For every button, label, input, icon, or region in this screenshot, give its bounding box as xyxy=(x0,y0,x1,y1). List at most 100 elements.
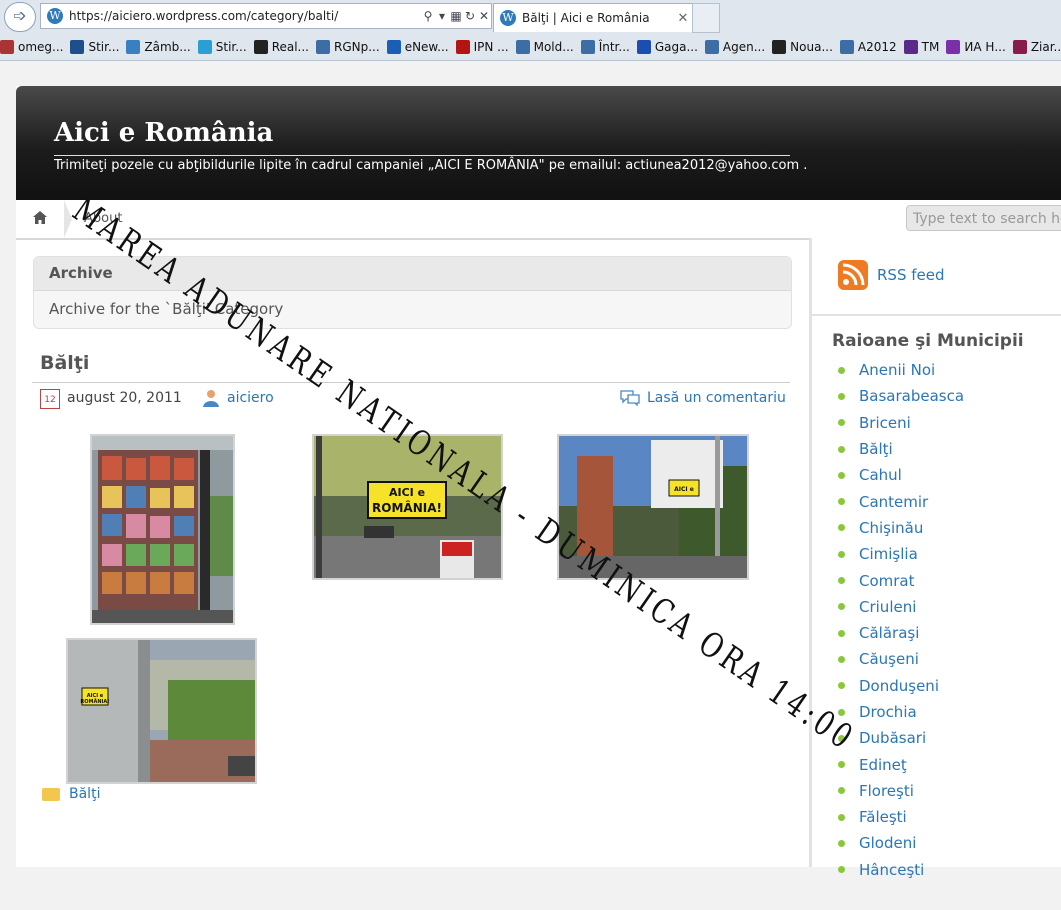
region-item[interactable]: Cimişlia xyxy=(838,541,964,567)
compatibility-icon[interactable]: ▦ xyxy=(449,9,463,23)
favorite-label: Real... xyxy=(271,39,309,54)
region-link[interactable]: Hânceşti xyxy=(859,861,924,879)
web-page: Aici e România Trimiteţi pozele cu abţib… xyxy=(16,86,1061,879)
region-link[interactable]: Bălţi xyxy=(859,440,893,458)
rss-feed[interactable]: RSS feed xyxy=(838,260,945,290)
leave-comment-link[interactable]: Lasă un comentariu xyxy=(647,390,786,406)
rss-feed-label[interactable]: RSS feed xyxy=(877,266,945,284)
search-input[interactable]: Type text to search here xyxy=(906,205,1061,231)
region-item[interactable]: Cahul xyxy=(838,462,964,488)
favorite-item[interactable]: Stir... xyxy=(197,39,247,54)
region-link[interactable]: Glodeni xyxy=(859,834,916,852)
favicon-icon xyxy=(316,39,330,54)
favorite-label: Noua... xyxy=(790,39,833,54)
region-link[interactable]: Drochia xyxy=(859,703,917,721)
region-link[interactable]: Basarabeasca xyxy=(859,387,964,405)
site-header: Aici e România Trimiteţi pozele cu abţib… xyxy=(16,86,1061,200)
region-link[interactable]: Chişinău xyxy=(859,519,923,537)
region-link[interactable]: Anenii Noi xyxy=(859,361,935,379)
photo-pillar-sticker[interactable]: AICI e ROMÂNIA! xyxy=(66,638,257,784)
region-link[interactable]: Comrat xyxy=(859,572,915,590)
region-item[interactable]: Glodeni xyxy=(838,830,964,856)
new-tab-button[interactable] xyxy=(692,3,720,33)
favorite-item[interactable]: eNew... xyxy=(386,39,449,54)
region-item[interactable]: Anenii Noi xyxy=(838,357,964,383)
region-item[interactable]: Căuşeni xyxy=(838,646,964,672)
favorite-item[interactable]: Ziar... xyxy=(1012,39,1061,54)
favorite-item[interactable]: Noua... xyxy=(772,39,833,54)
favorite-item[interactable]: TM xyxy=(903,39,939,54)
region-item[interactable]: Bălţi xyxy=(838,436,964,462)
address-bar[interactable]: W https://aiciero.wordpress.com/category… xyxy=(40,3,492,29)
region-link[interactable]: Căuşeni xyxy=(859,650,919,668)
favorite-item[interactable]: Într... xyxy=(580,39,630,54)
region-item[interactable]: Briceni xyxy=(838,410,964,436)
favorite-label: Stir... xyxy=(88,39,120,54)
close-tab-icon[interactable]: ✕ xyxy=(674,11,692,26)
refresh-icon[interactable]: ↻ xyxy=(463,9,477,23)
region-item[interactable]: Basarabeasca xyxy=(838,383,964,409)
svg-text:AICI e: AICI e xyxy=(674,486,694,493)
bullet-icon xyxy=(838,419,845,427)
favorite-item[interactable]: Gaga... xyxy=(636,39,698,54)
bullet-icon xyxy=(838,366,845,374)
region-item[interactable]: Donduşeni xyxy=(838,673,964,699)
url-text[interactable]: https://aiciero.wordpress.com/category/b… xyxy=(69,9,421,23)
bullet-icon xyxy=(838,787,845,795)
favorite-item[interactable]: IPN ... xyxy=(455,39,509,54)
region-item[interactable]: Drochia xyxy=(838,699,964,725)
region-item[interactable]: Chişinău xyxy=(838,515,964,541)
region-link[interactable]: Cahul xyxy=(859,466,902,484)
region-item[interactable]: Cantemir xyxy=(838,488,964,514)
favorite-item[interactable]: Zâmb... xyxy=(126,39,191,54)
favorite-item[interactable]: Agen... xyxy=(704,39,766,54)
favorite-label: Mold... xyxy=(533,39,574,54)
favicon-icon xyxy=(1012,39,1027,54)
favorites-bar: omeg... Stir... Zâmb... Stir... Real... RGNp.… xyxy=(0,34,1061,59)
dropdown-icon[interactable]: ▾ xyxy=(435,9,449,23)
favicon-icon xyxy=(386,39,401,54)
favorite-label: ИА Н... xyxy=(964,39,1006,54)
favorite-item[interactable]: RGNp... xyxy=(316,39,380,54)
region-link[interactable]: Cimişlia xyxy=(859,545,918,563)
favorite-label: Agen... xyxy=(722,39,766,54)
svg-text:ROMÂNIA!: ROMÂNIA! xyxy=(372,500,442,515)
forward-button[interactable]: ➩ xyxy=(4,2,36,32)
bullet-icon xyxy=(838,392,845,400)
bullet-icon xyxy=(838,682,845,690)
favorite-item[interactable]: omeg... xyxy=(0,39,63,54)
region-link[interactable]: Donduşeni xyxy=(859,677,939,695)
favicon-icon xyxy=(70,39,85,54)
region-item[interactable]: Comrat xyxy=(838,567,964,593)
site-tagline: Trimiteţi pozele cu abţibildurile lipite… xyxy=(54,155,807,173)
category-link[interactable]: Bălţi xyxy=(69,786,100,802)
bullet-icon xyxy=(838,839,845,847)
tab-balti[interactable]: W Bălţi | Aici e România ✕ xyxy=(493,3,693,32)
favorite-item[interactable]: ИА Н... xyxy=(946,39,1006,54)
favicon-icon xyxy=(0,39,14,54)
wordpress-favicon-icon: W xyxy=(500,10,516,26)
post-author-link[interactable]: aiciero xyxy=(227,390,274,406)
region-link[interactable]: Briceni xyxy=(859,414,911,432)
favorite-label: RGNp... xyxy=(334,39,380,54)
post-title[interactable]: Bălţi xyxy=(40,352,89,374)
region-item[interactable]: Călăraşi xyxy=(838,620,964,646)
search-icon[interactable]: ⚲ xyxy=(421,9,435,23)
title-divider xyxy=(32,382,790,383)
region-item[interactable]: Hânceşti xyxy=(838,857,964,883)
favorite-item[interactable]: Mold... xyxy=(515,39,574,54)
region-link[interactable]: Călăraşi xyxy=(859,624,919,642)
region-link[interactable]: Făleşti xyxy=(859,808,907,826)
post-meta: 12 august 20, 2011 aiciero Lasă un comen… xyxy=(40,389,788,409)
region-link[interactable]: Cantemir xyxy=(859,493,928,511)
favorite-item[interactable]: A2012 xyxy=(839,39,897,54)
site-title[interactable]: Aici e România xyxy=(54,118,273,148)
stop-icon[interactable]: ✕ xyxy=(477,9,491,23)
photo-kiosk[interactable] xyxy=(90,434,235,625)
region-link[interactable]: Criuleni xyxy=(859,598,916,616)
favorite-item[interactable]: Real... xyxy=(253,39,309,54)
region-item[interactable]: Criuleni xyxy=(838,594,964,620)
favorite-item[interactable]: Stir... xyxy=(70,39,120,54)
favicon-icon xyxy=(903,39,918,54)
home-icon[interactable] xyxy=(16,200,64,238)
